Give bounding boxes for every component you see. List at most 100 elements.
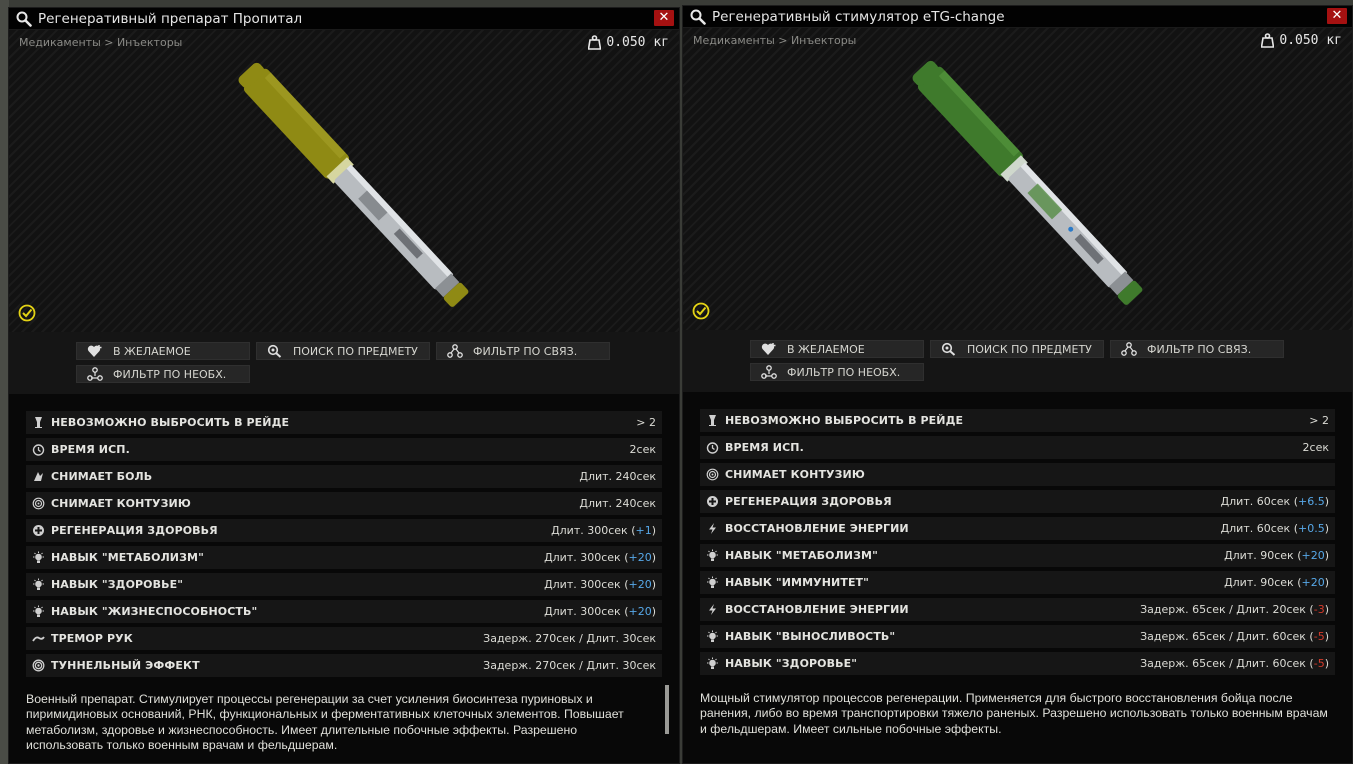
stat-label-group: НАВЫК "МЕТАБОЛИЗМ" bbox=[706, 549, 878, 562]
skill-icon bbox=[707, 630, 718, 642]
stat-label: ТУННЕЛЬНЫЙ ЭФФЕКТ bbox=[51, 659, 200, 672]
stat-value-group: 2сек bbox=[630, 443, 656, 456]
health-regen-icon bbox=[707, 496, 718, 507]
stat-label-group: СНИМАЕТ БОЛЬ bbox=[32, 470, 152, 483]
stat-value-group: Длит. 300сек (+20) bbox=[544, 578, 656, 591]
wishlist-button[interactable]: В ЖЕЛАЕМОЕ bbox=[76, 342, 250, 360]
stat-value: Задерж. 65сек / Длит. 60сек ( bbox=[1140, 630, 1314, 643]
stat-label-group: ВРЕМЯ ИСП. bbox=[32, 443, 130, 456]
stat-label: ВОССТАНОВЛЕНИЕ ЭНЕРГИИ bbox=[725, 603, 909, 616]
item-weight: 0.050 кг bbox=[588, 35, 669, 50]
link-filter-icon bbox=[447, 344, 463, 358]
stat-row: ТУННЕЛЬНЫЙ ЭФФЕКТ Задерж. 270сек / Длит. … bbox=[26, 654, 662, 677]
stat-paren-close: ) bbox=[651, 578, 656, 591]
stat-row: НАВЫК "ВЫНОСЛИВОСТЬ" Задерж. 65сек / Длит… bbox=[700, 625, 1335, 648]
weight-value: 0.050 кг bbox=[606, 35, 669, 50]
magnify-icon bbox=[16, 11, 32, 27]
stat-label-group: ТУННЕЛЬНЫЙ ЭФФЕКТ bbox=[32, 659, 200, 672]
filter-required-button[interactable]: ФИЛЬТР ПО НЕОБХ. bbox=[750, 363, 924, 381]
painkiller-icon bbox=[34, 472, 43, 481]
stat-label-group: ТРЕМОР РУК bbox=[32, 632, 133, 645]
search-item-label: ПОИСК ПО ПРЕДМЕТУ bbox=[293, 344, 418, 358]
stat-paren-close: ) bbox=[1324, 630, 1329, 643]
filter-linked-label: ФИЛЬТР ПО СВЯЗ. bbox=[473, 344, 578, 358]
stat-row: НАВЫК "МЕТАБОЛИЗМ" Длит. 300сек (+20) bbox=[26, 546, 662, 569]
filter-linked-button[interactable]: ФИЛЬТР ПО СВЯЗ. bbox=[436, 342, 610, 360]
search-icon bbox=[267, 344, 282, 358]
stat-row: НАВЫК "ЗДОРОВЬЕ" Длит. 300сек (+20) bbox=[26, 573, 662, 596]
item-image-area: Медикаменты > Инъекторы 0.050 кг bbox=[9, 30, 679, 332]
stat-label: НАВЫК "ВЫНОСЛИВОСТЬ" bbox=[725, 630, 896, 643]
stat-value: Длит. 300сек ( bbox=[544, 551, 629, 564]
weight-icon bbox=[588, 35, 602, 50]
stat-modifier: -3 bbox=[1313, 603, 1325, 616]
stat-value-group: Задерж. 270сек / Длит. 30сек bbox=[483, 632, 656, 645]
stat-paren-close: ) bbox=[1324, 576, 1329, 589]
stat-modifier: -5 bbox=[1313, 657, 1325, 670]
stat-label-group: ВОССТАНОВЛЕНИЕ ЭНЕРГИИ bbox=[706, 603, 909, 616]
stat-row: ВРЕМЯ ИСП. 2сек bbox=[26, 438, 662, 461]
stat-value-group: Длит. 300сек (+20) bbox=[544, 605, 656, 618]
weight-value: 0.050 кг bbox=[1279, 33, 1342, 48]
stat-row: НЕВОЗМОЖНО ВЫБРОСИТЬ В РЕЙДЕ > 2 bbox=[700, 409, 1335, 432]
stat-value: Длит. 240сек bbox=[579, 470, 656, 483]
filter-required-button[interactable]: ФИЛЬТР ПО НЕОБХ. bbox=[76, 365, 250, 383]
item-weight: 0.050 кг bbox=[1261, 33, 1342, 48]
stat-value-group: Задерж. 65сек / Длит. 60сек (-5) bbox=[1140, 630, 1329, 643]
stat-label: ВОССТАНОВЛЕНИЕ ЭНЕРГИИ bbox=[725, 522, 909, 535]
stat-label-group: НАВЫК "ИММУНИТЕТ" bbox=[706, 576, 869, 589]
stat-label: ВРЕМЯ ИСП. bbox=[725, 441, 804, 454]
stat-value: Длит. 300сек ( bbox=[551, 524, 636, 537]
stat-row: РЕГЕНЕРАЦИЯ ЗДОРОВЬЯ Длит. 300сек (+1) bbox=[26, 519, 662, 542]
filter-linked-label: ФИЛЬТР ПО СВЯЗ. bbox=[1147, 342, 1252, 356]
stat-row: РЕГЕНЕРАЦИЯ ЗДОРОВЬЯ Длит. 60сек (+6.5) bbox=[700, 490, 1335, 513]
stat-modifier: +20 bbox=[1301, 549, 1325, 562]
weight-icon bbox=[1261, 33, 1275, 48]
title-bar[interactable]: Регенеративный препарат Пропитал ✕ bbox=[9, 8, 679, 30]
description-scrollbar[interactable] bbox=[665, 685, 669, 734]
stat-label: ТРЕМОР РУК bbox=[51, 632, 133, 645]
skill-icon bbox=[33, 578, 44, 590]
close-button[interactable]: ✕ bbox=[1327, 8, 1347, 24]
action-bar: В ЖЕЛАЕМОЕ ПОИСК ПО ПРЕДМЕТУ ФИЛЬТР ПО С… bbox=[683, 330, 1352, 392]
heart-plus-icon bbox=[761, 343, 776, 355]
search-item-button[interactable]: ПОИСК ПО ПРЕДМЕТУ bbox=[256, 342, 430, 360]
stat-value-group: > 2 bbox=[1309, 414, 1329, 427]
wishlist-button[interactable]: В ЖЕЛАЕМОЕ bbox=[750, 340, 924, 358]
required-filter-icon bbox=[87, 367, 103, 381]
tunnel-icon bbox=[32, 659, 45, 672]
stat-modifier: +1 bbox=[635, 524, 652, 537]
stat-modifier: +0.5 bbox=[1297, 522, 1325, 535]
search-item-button[interactable]: ПОИСК ПО ПРЕДМЕТУ bbox=[930, 340, 1104, 358]
stat-label: НАВЫК "ЗДОРОВЬЕ" bbox=[725, 657, 858, 670]
title-bar[interactable]: Регенеративный стимулятор eTG-change ✕ bbox=[683, 6, 1352, 28]
stat-label-group: НАВЫК "МЕТАБОЛИЗМ" bbox=[32, 551, 204, 564]
stat-row: ВРЕМЯ ИСП. 2сек bbox=[700, 436, 1335, 459]
wishlist-label: В ЖЕЛАЕМОЕ bbox=[787, 342, 865, 356]
close-button[interactable]: ✕ bbox=[654, 10, 674, 26]
stat-row: НАВЫК "ЗДОРОВЬЕ" Задерж. 65сек / Длит. 60… bbox=[700, 652, 1335, 675]
stat-label: НАВЫК "МЕТАБОЛИЗМ" bbox=[725, 549, 878, 562]
stat-label-group: НЕВОЗМОЖНО ВЫБРОСИТЬ В РЕЙДЕ bbox=[32, 416, 289, 429]
injector-image bbox=[238, 62, 469, 307]
filter-linked-button[interactable]: ФИЛЬТР ПО СВЯЗ. bbox=[1110, 340, 1284, 358]
stat-label: РЕГЕНЕРАЦИЯ ЗДОРОВЬЯ bbox=[725, 495, 892, 508]
injector-image bbox=[912, 60, 1143, 305]
stat-value: Длит. 60сек ( bbox=[1220, 495, 1298, 508]
link-filter-icon bbox=[1121, 342, 1137, 356]
stat-row: СНИМАЕТ КОНТУЗИЮ bbox=[700, 463, 1335, 486]
stat-paren-close: ) bbox=[1324, 657, 1329, 670]
stat-value: Задерж. 270сек / Длит. 30сек bbox=[483, 632, 656, 645]
stat-modifier: +20 bbox=[1301, 576, 1325, 589]
stat-modifier: +20 bbox=[628, 578, 652, 591]
clock-icon bbox=[706, 442, 719, 454]
item-image-area: Медикаменты > Инъекторы 0.050 кг bbox=[683, 28, 1352, 330]
stats-list: НЕВОЗМОЖНО ВЫБРОСИТЬ В РЕЙДЕ > 2 ВРЕМЯ ИСП… bbox=[700, 409, 1335, 679]
filter-required-label: ФИЛЬТР ПО НЕОБХ. bbox=[787, 365, 901, 379]
stat-row: СНИМАЕТ БОЛЬ Длит. 240сек bbox=[26, 465, 662, 488]
skill-icon bbox=[707, 657, 718, 669]
heart-plus-icon bbox=[87, 345, 102, 357]
no-drop-icon bbox=[709, 415, 716, 426]
energy-icon bbox=[709, 604, 716, 615]
stat-label-group: НАВЫК "ЗДОРОВЬЕ" bbox=[706, 657, 857, 670]
